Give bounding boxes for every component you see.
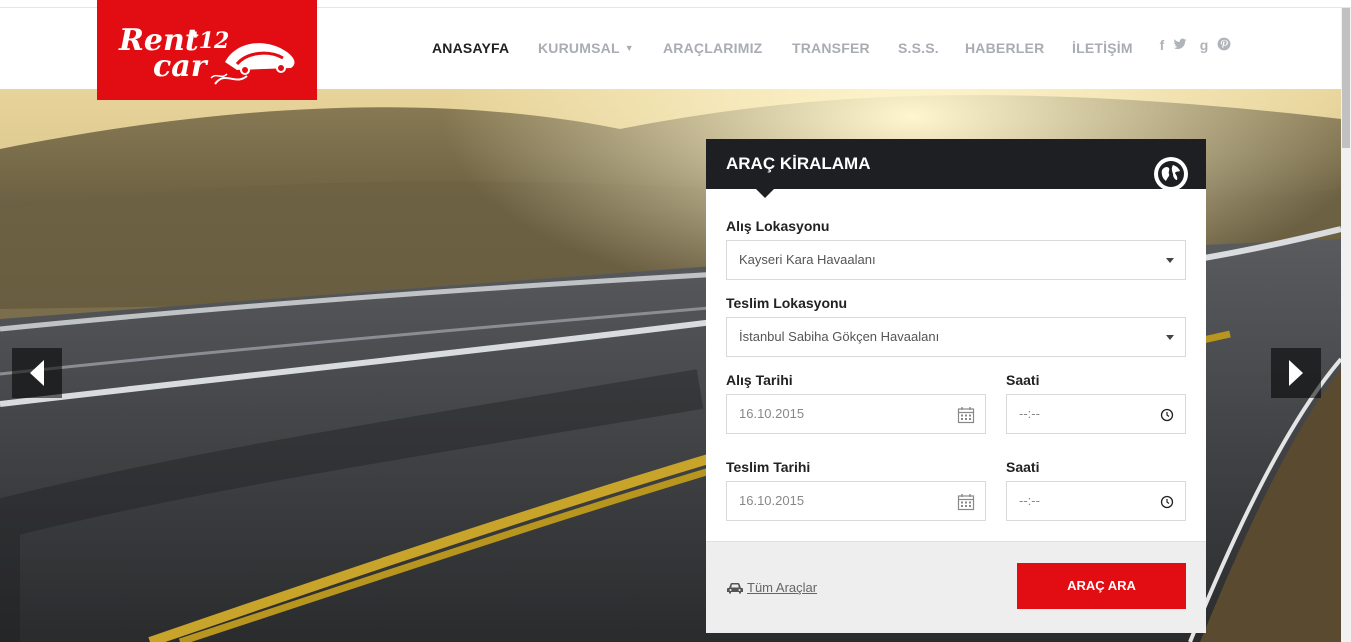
- pickup-location-select[interactable]: Kayseri Kara Havaalanı: [726, 240, 1186, 280]
- return-location-select[interactable]: İstanbul Sabiha Gökçen Havaalanı: [726, 317, 1186, 357]
- return-time-input[interactable]: --:--: [1006, 481, 1186, 521]
- chevron-down-icon: ▼: [624, 43, 634, 53]
- all-cars-label: Tüm Araçlar: [747, 580, 818, 595]
- page-scrollbar[interactable]: [1341, 8, 1351, 642]
- return-date-input[interactable]: 16.10.2015: [726, 481, 986, 521]
- slider-prev-button[interactable]: [12, 348, 62, 398]
- return-location-label: Teslim Lokasyonu: [726, 295, 848, 311]
- pinterest-icon[interactable]: [1216, 37, 1232, 55]
- pickup-location-value: Kayseri Kara Havaalanı: [739, 252, 876, 267]
- nav-item-vehicles[interactable]: ARAÇLARIMIZ: [663, 40, 762, 56]
- car-rental-booking-form: ARAÇ KİRALAMA Alış Lokasyonu Kayseri Kar…: [706, 139, 1206, 633]
- pickup-date-label: Alış Tarihi: [726, 372, 793, 388]
- nav-item-corporate-label: KURUMSAL: [538, 40, 620, 56]
- all-cars-link[interactable]: Tüm Araçlar: [726, 580, 817, 595]
- search-cars-button[interactable]: ARAÇ ARA: [1017, 563, 1186, 609]
- pickup-date-input[interactable]: 16.10.2015: [726, 394, 986, 434]
- slider-next-button[interactable]: [1271, 348, 1321, 398]
- pickup-time-input[interactable]: --:--: [1006, 394, 1186, 434]
- chevron-down-icon: [1166, 258, 1174, 263]
- return-location-value: İstanbul Sabiha Gökçen Havaalanı: [739, 329, 940, 344]
- booking-title: ARAÇ KİRALAMA: [726, 154, 871, 173]
- clock-icon[interactable]: [1159, 494, 1175, 510]
- return-time-label: Saati: [1006, 459, 1040, 475]
- arrow-left-icon: [30, 360, 44, 386]
- car-icon: [727, 583, 743, 594]
- nav-item-contact[interactable]: İLETİŞİM: [1072, 40, 1133, 56]
- return-time-value: --:--: [1019, 493, 1040, 508]
- nav-item-news[interactable]: HABERLER: [965, 40, 1044, 56]
- site-logo[interactable]: Rent '12 car: [97, 0, 317, 100]
- nav-item-transfer[interactable]: TRANSFER: [792, 40, 870, 56]
- svg-text:car: car: [153, 49, 209, 84]
- booking-panel-footer: Tüm Araçlar ARAÇ ARA: [706, 541, 1206, 633]
- pickup-time-value: --:--: [1019, 406, 1040, 421]
- nav-item-faq[interactable]: S.S.S.: [898, 40, 939, 56]
- facebook-icon[interactable]: f: [1154, 37, 1170, 55]
- return-date-label: Teslim Tarihi: [726, 459, 811, 475]
- clock-icon[interactable]: [1159, 407, 1175, 423]
- globe-icon: [1154, 157, 1188, 191]
- nav-item-home[interactable]: ANASAYFA: [432, 40, 509, 56]
- scrollbar-thumb[interactable]: [1342, 8, 1350, 148]
- return-date-value: 16.10.2015: [739, 493, 805, 508]
- calendar-icon[interactable]: [957, 493, 975, 511]
- google-plus-icon[interactable]: g: [1196, 37, 1212, 55]
- header-notch: [756, 189, 774, 198]
- chevron-down-icon: [1166, 335, 1174, 340]
- nav-item-corporate[interactable]: KURUMSAL ▼: [538, 40, 634, 56]
- pickup-location-label: Alış Lokasyonu: [726, 218, 830, 234]
- booking-panel-header: ARAÇ KİRALAMA: [706, 139, 1206, 191]
- logo-mark: Rent '12 car: [118, 23, 295, 85]
- pickup-date-value: 16.10.2015: [739, 406, 805, 421]
- pickup-time-label: Saati: [1006, 372, 1040, 388]
- calendar-icon[interactable]: [957, 406, 975, 424]
- twitter-icon[interactable]: [1172, 37, 1188, 55]
- arrow-right-icon: [1289, 360, 1303, 386]
